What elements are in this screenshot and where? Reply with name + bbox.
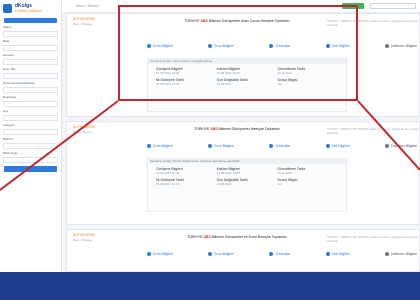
notes-button[interactable]: Not Bilgileri <box>325 144 350 148</box>
card-title-prefix: TÜRKİYE <box>194 127 211 131</box>
detail-value: 13.08.2021 10:45 <box>216 171 241 175</box>
detail-item: Son Değişiklik Tarihi 13.08.2021 <box>217 178 278 186</box>
notes-button[interactable]: Not Bilgileri <box>325 252 350 256</box>
breadcrumb: Main > Search <box>76 4 99 8</box>
card-actions: Ürün Bilgileri Soru Bilgileri Görevliler… <box>147 252 417 256</box>
info-icon <box>325 252 330 256</box>
detail-item: İlk Görüşme Tarihi 15.08.2021 10:45 <box>156 178 217 186</box>
staff-button[interactable]: Görevliler <box>269 144 290 148</box>
button-label: Görevliler <box>275 144 291 148</box>
button-label: Not Bilgileri <box>331 144 350 148</box>
filter-field[interactable] <box>3 31 58 37</box>
logo-tagline: Flexible solutions <box>15 9 42 13</box>
detail-value: 13.08.2021 <box>216 182 232 186</box>
button-label: Ürün Bilgileri <box>153 252 173 256</box>
detail-value: 14.11.2021 <box>277 171 293 175</box>
info-icon <box>147 144 151 148</box>
card-product: ALPHADERM <box>73 17 95 21</box>
filter-field[interactable] <box>3 45 58 51</box>
staff-button[interactable]: Görevliler <box>269 252 290 256</box>
card-title-brand: SBS <box>203 235 211 239</box>
filter-label: Branch <box>3 137 13 141</box>
card-summary: SÜSTRÜ TUBATİYYSİT ADIDAS Görüşme Sonucu… <box>327 127 419 135</box>
filter-field[interactable] <box>3 101 58 107</box>
product-info-button[interactable]: Ürün Bilgileri <box>147 252 173 256</box>
users-icon <box>385 44 390 48</box>
users-icon <box>385 252 390 256</box>
card-title-brand: SBS <box>210 127 218 131</box>
filter-field[interactable] <box>3 157 58 163</box>
result-card: ALPHADERM Data • Display TÜRKİYE SBS Bil… <box>66 229 420 272</box>
logo-icon <box>3 3 12 13</box>
card-title-text: Bilimsel Görüşmeler ve Konu Hemşire Topl… <box>210 235 287 239</box>
card-title-text: Bilimsel Görüşmeler Hemşire Toplantısı <box>217 127 280 131</box>
search-input[interactable] <box>370 3 416 9</box>
filter-label: Work Type <box>3 151 18 155</box>
result-card: ALPHADERM Data • Display TÜRKİYE SBS Bil… <box>66 121 420 225</box>
question-info-button[interactable]: Soru Bilgileri <box>208 252 234 256</box>
info-icon <box>269 144 274 148</box>
logo: dKolgs Flexible solutions <box>0 0 61 16</box>
filter-label: Account <box>3 53 14 57</box>
filter-field[interactable] <box>3 87 58 93</box>
filter-field[interactable] <box>3 115 58 121</box>
users-icon <box>385 144 390 148</box>
detail-item: Güncelleme Tarihi 14.11.2021 <box>277 167 338 175</box>
card-meta: Data • Display <box>73 22 92 26</box>
button-label: Görevliler <box>275 252 291 256</box>
filter-field[interactable] <box>3 129 58 135</box>
detail-item: Sonuç Bilgisi Var <box>277 178 338 186</box>
participants-button[interactable]: Katılımcı Bilgileri <box>385 44 417 48</box>
search-button[interactable] <box>4 166 57 172</box>
info-icon <box>147 252 151 256</box>
button-label: Katılımcı Bilgileri <box>391 44 417 48</box>
detail-value: 13.08.2021 10:45 <box>156 171 180 175</box>
card-title: TÜRKİYE SBS Bilimsel Görüşmeler ve Konu … <box>147 235 327 239</box>
button-label: Not Bilgileri <box>331 252 350 256</box>
info-icon <box>269 252 274 256</box>
filter-label: Status <box>3 25 12 29</box>
detail-value: Var <box>277 182 282 186</box>
filter-label: Date <box>3 39 10 43</box>
filter-field[interactable] <box>3 143 58 149</box>
filter-field[interactable] <box>3 73 58 79</box>
card-meta: Data • Display <box>73 130 92 134</box>
info-icon <box>208 144 213 148</box>
button-label: Katılımcı Bilgileri <box>391 252 417 256</box>
filter-button[interactable] <box>4 18 57 23</box>
filter-label: Sys <box>3 109 9 113</box>
card-details: Görüşme Amacı: Bu bir toplantı notu, üze… <box>147 158 347 212</box>
button-label: Soru Bilgileri <box>214 252 234 256</box>
details-grid: Görüşme Bilgileri 13.08.2021 10:45 Katılı… <box>148 164 346 189</box>
participants-button[interactable]: Katılımcı Bilgileri <box>385 252 417 256</box>
card-summary: SÜSTRÜ TUBATİYYSİT ADIDAS Görüşme Sonucu… <box>327 235 419 243</box>
filter-label: Reg. Title <box>3 67 16 71</box>
button-label: Katılımcı Bilgileri <box>391 144 417 148</box>
card-title-prefix: TÜRKİYE <box>187 235 204 239</box>
filter-label: Document Classification <box>3 81 36 85</box>
card-product: ALPHADERM <box>73 233 95 237</box>
question-info-button[interactable]: Soru Bilgileri <box>208 144 234 148</box>
card-meta: Data • Display <box>73 238 92 242</box>
detail-item: Görüşme Bilgileri 13.08.2021 10:45 <box>156 167 217 175</box>
filter-sidebar: dKolgs Flexible solutions Status Date Ac… <box>0 0 62 272</box>
card-title: TÜRKİYE SBS Bilimsel Görüşmeler Hemşire … <box>147 127 327 131</box>
detail-value: 15.08.2021 10:45 <box>156 182 180 186</box>
info-icon <box>208 252 213 256</box>
card-product: ALPHADERM <box>73 125 95 129</box>
filter-label: Employee <box>3 95 17 99</box>
detail-item: Katılım Bilgileri 13.08.2021 10:45 <box>217 167 278 175</box>
product-info-button[interactable]: Ürün Bilgileri <box>147 144 173 148</box>
button-label: Ürün Bilgileri <box>153 144 173 148</box>
filter-label: Category <box>3 123 16 127</box>
highlight-box <box>118 5 358 101</box>
participants-button[interactable]: Katılımcı Bilgileri <box>385 144 417 148</box>
info-icon <box>325 144 330 148</box>
filter-field[interactable] <box>3 59 58 65</box>
button-label: Soru Bilgileri <box>214 144 234 148</box>
card-actions: Ürün Bilgileri Soru Bilgileri Görevliler… <box>147 144 417 148</box>
